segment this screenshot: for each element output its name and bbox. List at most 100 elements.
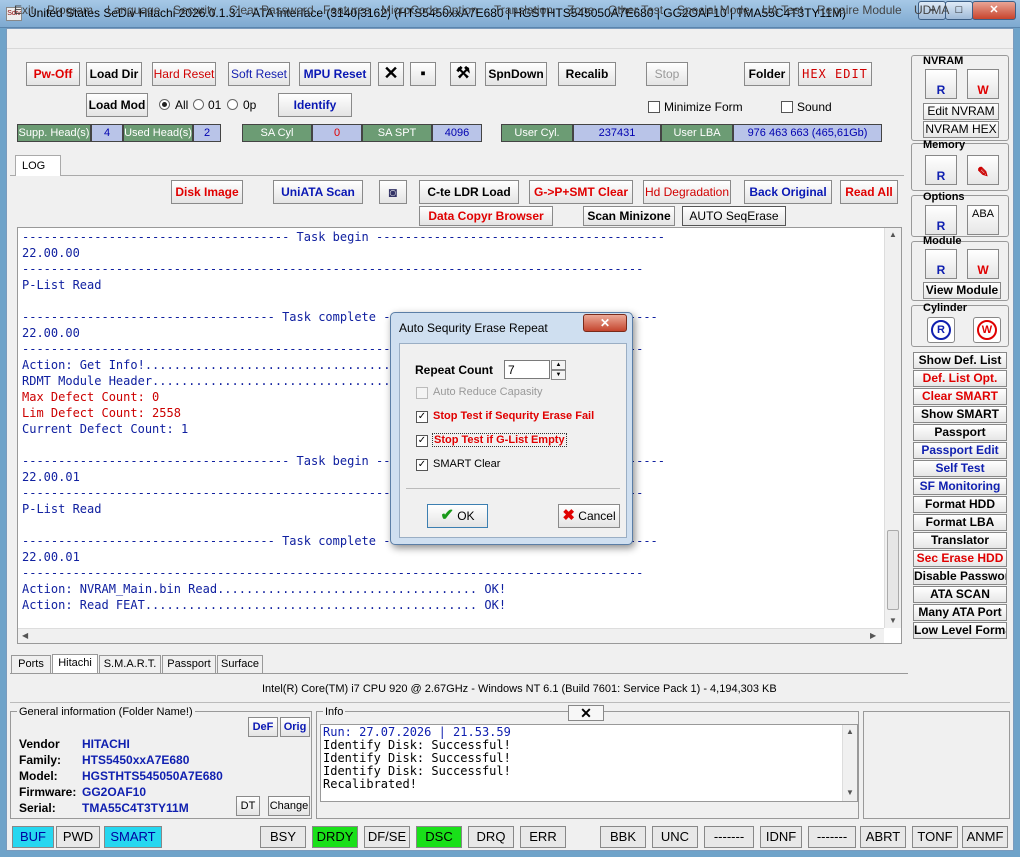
folder-button[interactable]: Folder: [744, 62, 790, 86]
read-all-button[interactable]: Read All: [840, 180, 898, 204]
menu-microcode-option[interactable]: MicroCode Option: [381, 3, 478, 17]
right-button-show-smart[interactable]: Show SMART: [913, 406, 1007, 423]
menu-security[interactable]: Security: [173, 3, 216, 17]
cylinder-read-button[interactable]: R: [927, 317, 955, 343]
tab-surface[interactable]: Surface: [217, 655, 263, 674]
tab-smart[interactable]: S.M.A.R.T.: [99, 655, 161, 674]
stop-glist-checkbox[interactable]: ✓: [416, 435, 428, 447]
dt-button[interactable]: DT: [236, 796, 260, 816]
right-button-format-hdd[interactable]: Format HDD: [913, 496, 1007, 513]
cancel-button[interactable]: ✖ Cancel: [558, 504, 620, 528]
nvram-write-icon[interactable]: W: [967, 69, 999, 99]
cancel-x-icon[interactable]: ✕: [378, 62, 404, 86]
info-scrollbar[interactable]: ▲ ▼: [842, 725, 857, 801]
auto-reduce-checkbox[interactable]: [416, 387, 428, 399]
options-read-icon[interactable]: R: [925, 205, 957, 235]
disk-image-button[interactable]: Disk Image: [171, 180, 243, 204]
right-button-passport-edit[interactable]: Passport Edit: [913, 442, 1007, 459]
minimize-form-checkbox[interactable]: [648, 101, 660, 113]
radio-all[interactable]: [159, 99, 170, 110]
radio-0p[interactable]: [227, 99, 238, 110]
spndown-button[interactable]: SpnDown: [485, 62, 547, 86]
right-button-ata-scan[interactable]: ATA SCAN: [913, 586, 1007, 603]
view-module-button[interactable]: View Module: [923, 282, 1001, 299]
info-scroll-down-icon[interactable]: ▼: [843, 788, 857, 797]
right-button-sf-monitoring[interactable]: SF Monitoring: [913, 478, 1007, 495]
gp-smt-clear-button[interactable]: G->P+SMT Clear: [529, 180, 633, 204]
change-button[interactable]: Change: [268, 796, 310, 816]
scroll-up-arrow-icon[interactable]: ▲: [885, 230, 901, 239]
repeat-count-input[interactable]: [504, 360, 550, 379]
right-button-def-list-opt[interactable]: Def. List Opt.: [913, 370, 1007, 387]
scan-minizone-button[interactable]: Scan Minizone: [583, 206, 675, 226]
back-original-button[interactable]: Back Original: [744, 180, 832, 204]
spin-down-icon[interactable]: ▼: [551, 370, 566, 380]
tab-passport[interactable]: Passport: [162, 655, 216, 674]
module-write-icon[interactable]: W: [967, 249, 999, 279]
scroll-left-arrow-icon[interactable]: ◀: [22, 631, 28, 640]
auto-seqerase-button[interactable]: AUTO SeqErase: [682, 206, 786, 226]
module-read-icon[interactable]: R: [925, 249, 957, 279]
menu-program[interactable]: Program: [47, 3, 93, 17]
tab-hitachi[interactable]: Hitachi: [52, 654, 98, 674]
uniata-scan-button[interactable]: UniATA Scan: [273, 180, 363, 204]
orig-button[interactable]: Orig: [280, 717, 310, 737]
right-button-passport[interactable]: Passport: [913, 424, 1007, 441]
sound-checkbox[interactable]: [781, 101, 793, 113]
def-button[interactable]: DeF: [248, 717, 278, 737]
load-dir-button[interactable]: Load Dir: [86, 62, 142, 86]
radio-01[interactable]: [193, 99, 204, 110]
identify-button[interactable]: Identify: [278, 93, 352, 117]
nvram-read-icon[interactable]: R: [925, 69, 957, 99]
ok-button[interactable]: ✔ OK: [427, 504, 488, 528]
menu-other-test[interactable]: Other Test: [608, 3, 663, 17]
right-button-self-test[interactable]: Self Test: [913, 460, 1007, 477]
close-window-button[interactable]: ✕: [972, 1, 1016, 20]
save-disk-icon[interactable]: ▪: [410, 62, 436, 86]
tab-log[interactable]: LOG: [15, 155, 61, 176]
menu-ua-test[interactable]: UA Test: [762, 3, 803, 17]
right-button-show-def-list[interactable]: Show Def. List: [913, 352, 1007, 369]
scroll-down-arrow-icon[interactable]: ▼: [885, 616, 901, 625]
nvram-hex-button[interactable]: NVRAM HEX: [923, 121, 999, 138]
hd-degradation-button[interactable]: Hd Degradation: [643, 180, 731, 204]
right-button-format-lba[interactable]: Format LBA: [913, 514, 1007, 531]
tab-ports[interactable]: Ports: [11, 655, 51, 674]
menu-clear-password[interactable]: Clear Password: [229, 3, 314, 17]
menu-special-mode[interactable]: Special Mode: [677, 3, 750, 17]
tools-icon[interactable]: ⚒: [450, 62, 476, 86]
stop-fail-checkbox[interactable]: ✓: [416, 411, 428, 423]
cylinder-write-button[interactable]: W: [973, 317, 1001, 343]
right-button-translator[interactable]: Translator: [913, 532, 1007, 549]
menu-zone[interactable]: Zone: [567, 3, 594, 17]
spin-up-icon[interactable]: ▲: [551, 360, 566, 370]
menu-language[interactable]: Language: [107, 3, 160, 17]
recalib-button[interactable]: Recalib: [558, 62, 616, 86]
memory-write-icon[interactable]: ✎: [967, 155, 999, 185]
options-aba-icon[interactable]: ABA: [967, 205, 999, 235]
hard-reset-button[interactable]: Hard Reset: [152, 62, 216, 86]
camera-icon[interactable]: ◙: [379, 180, 407, 204]
log-scroll-thumb[interactable]: [887, 530, 899, 610]
soft-reset-button[interactable]: Soft Reset: [228, 62, 290, 86]
right-button-sec-erase-hdd[interactable]: Sec Erase HDD: [913, 550, 1007, 567]
mpu-reset-button[interactable]: MPU Reset: [299, 62, 371, 86]
memory-read-icon[interactable]: R: [925, 155, 957, 185]
log-vertical-scrollbar[interactable]: ▲ ▼: [884, 228, 901, 628]
menu-exit[interactable]: Exit: [14, 3, 34, 17]
menu-translation[interactable]: Translation: [494, 3, 553, 17]
hex-edit-button[interactable]: HEX EDIT: [798, 62, 872, 86]
info-close-icon[interactable]: ✕: [568, 705, 604, 721]
load-mod-button[interactable]: Load Mod: [86, 93, 148, 117]
cte-ldr-load-button[interactable]: C-te LDR Load: [419, 180, 519, 204]
stop-button[interactable]: Stop: [646, 62, 688, 86]
pw-off-button[interactable]: Pw-Off: [26, 62, 80, 86]
data-copyr-browser-button[interactable]: Data Copyr Browser: [419, 206, 553, 226]
info-scroll-up-icon[interactable]: ▲: [843, 727, 857, 736]
menu-udma[interactable]: UDMA: [914, 3, 949, 17]
dialog-close-button[interactable]: ✕: [583, 314, 627, 332]
scroll-right-arrow-icon[interactable]: ▶: [870, 631, 876, 640]
right-button-disable-password[interactable]: Disable Password: [913, 568, 1007, 585]
smart-clear-checkbox[interactable]: ✓: [416, 459, 428, 471]
menu-features[interactable]: Features: [323, 3, 370, 17]
